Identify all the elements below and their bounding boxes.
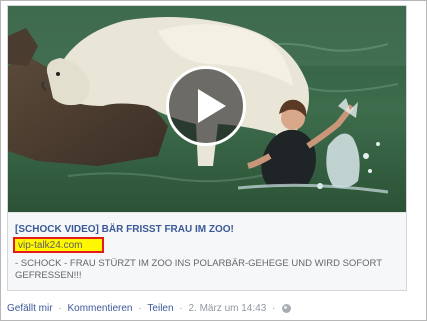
separator: ·: [272, 303, 276, 314]
facebook-post-frame: [SCHOCK VIDEO] BÄR FRISST FRAU IM ZOO! v…: [0, 0, 427, 321]
separator: ·: [179, 303, 183, 314]
post-description: - SCHOCK - FRAU STÜRZT IM ZOO INS POLARB…: [15, 258, 382, 281]
video-thumbnail[interactable]: [8, 6, 406, 212]
shared-link-card[interactable]: [SCHOCK VIDEO] BÄR FRISST FRAU IM ZOO! v…: [7, 5, 407, 291]
like-link[interactable]: Gefällt mir: [7, 303, 53, 314]
post-timestamp[interactable]: 2. März um 14:43: [188, 303, 266, 314]
domain-highlight: vip-talk24.com: [13, 237, 104, 253]
play-icon: [198, 89, 226, 123]
comment-link[interactable]: Kommentieren: [67, 303, 132, 314]
separator: ·: [138, 303, 142, 314]
domain-text: vip-talk24.com: [18, 240, 83, 251]
play-button[interactable]: [166, 66, 246, 146]
share-link[interactable]: Teilen: [147, 303, 173, 314]
globe-icon[interactable]: [282, 304, 292, 313]
post-title-link[interactable]: [SCHOCK VIDEO] BÄR FRISST FRAU IM ZOO!: [15, 224, 401, 235]
post-actions-bar: Gefällt mir · Kommentieren · Teilen · 2.…: [7, 303, 292, 317]
link-preview-body[interactable]: [SCHOCK VIDEO] BÄR FRISST FRAU IM ZOO! v…: [8, 212, 406, 290]
separator: ·: [58, 303, 62, 314]
